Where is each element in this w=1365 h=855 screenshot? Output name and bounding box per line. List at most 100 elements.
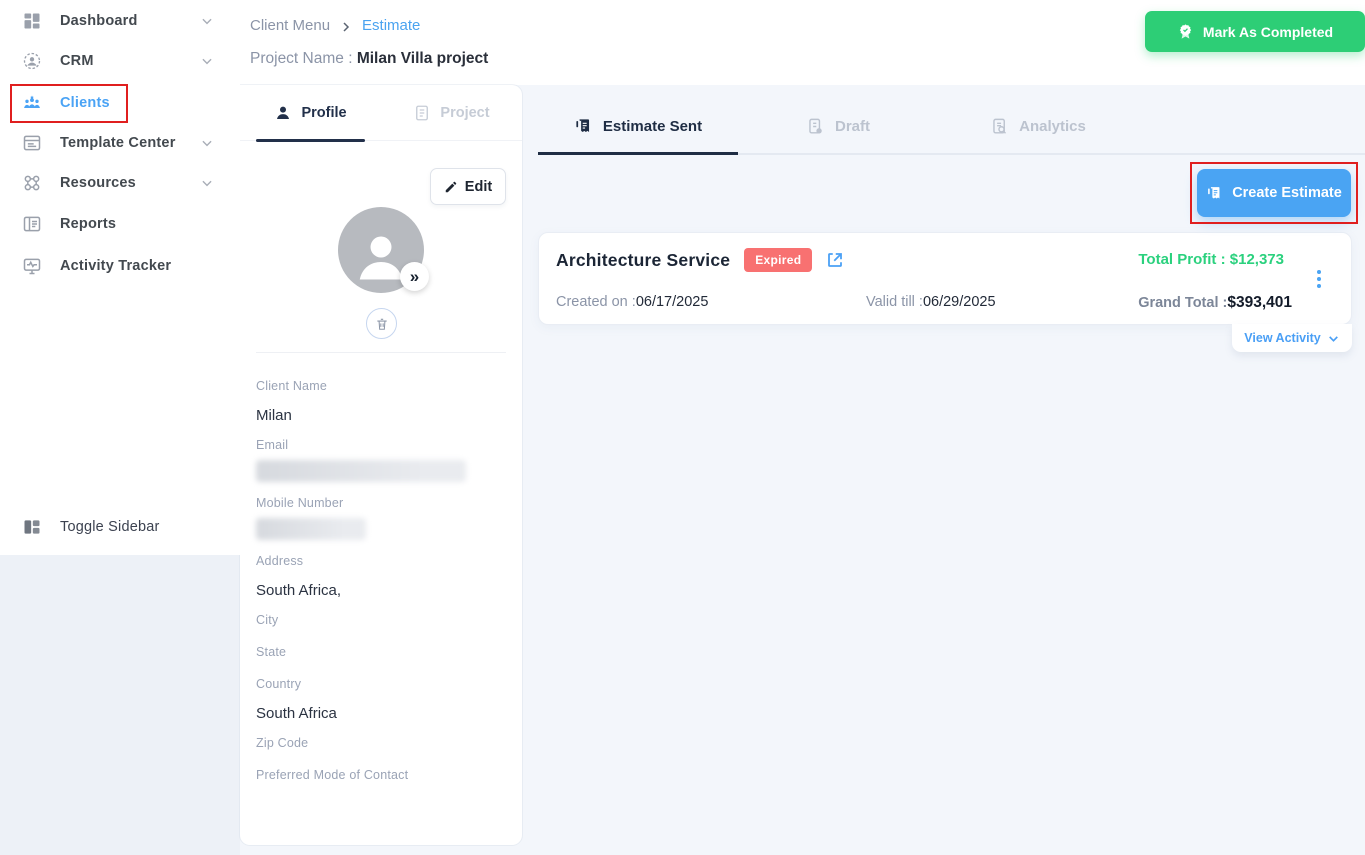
sidebar-item-reports[interactable]: Reports xyxy=(0,204,240,244)
client-profile-card: Profile Project Edit » Client Name Milan… xyxy=(240,85,522,845)
mobile-redacted-value xyxy=(256,518,366,540)
chevron-down-icon xyxy=(200,176,214,190)
address-label: Address xyxy=(256,554,304,568)
created-on: Created on :06/17/2025 xyxy=(556,294,708,310)
reports-icon xyxy=(22,214,42,234)
toggle-sidebar-button[interactable]: Toggle Sidebar xyxy=(0,507,240,547)
sidebar-item-label: Reports xyxy=(60,216,117,232)
estimate-sent-icon xyxy=(576,119,589,133)
total-profit-value: $12,373 xyxy=(1229,251,1284,268)
estimate-card-meta: Created on :06/17/2025 Valid till :06/29… xyxy=(556,294,1292,312)
seal-icon xyxy=(1177,23,1194,40)
sidebar-item-label: CRM xyxy=(60,53,94,69)
external-link-icon[interactable] xyxy=(826,251,844,269)
sidebar-item-activity-tracker[interactable]: Activity Tracker xyxy=(0,246,240,286)
estimate-icon xyxy=(1208,186,1220,198)
created-on-label: Created on : xyxy=(556,294,636,310)
tab-analytics-label: Analytics xyxy=(1019,118,1086,135)
email-label: Email xyxy=(256,438,289,452)
tab-draft-label: Draft xyxy=(834,118,870,135)
analytics-icon xyxy=(993,118,1007,134)
edit-button[interactable]: Edit xyxy=(430,168,506,205)
template-center-icon xyxy=(22,133,42,153)
client-fields: Client Name Milan Email Mobile Number Ad… xyxy=(256,379,506,800)
valid-till: Valid till :06/29/2025 xyxy=(866,294,996,310)
sidebar: Dashboard CRM Clients Template Center Re… xyxy=(0,0,240,555)
tab-profile-label: Profile xyxy=(301,104,347,121)
view-activity-label: View Activity xyxy=(1244,331,1321,345)
estimate-tabs: Estimate Sent Draft Analytics xyxy=(538,100,1365,155)
chevron-down-icon xyxy=(200,136,214,150)
status-badge: Expired xyxy=(744,248,813,272)
mobile-number-label: Mobile Number xyxy=(256,496,344,510)
expand-avatar-button[interactable]: » xyxy=(400,262,429,291)
tab-estimate-sent-label: Estimate Sent xyxy=(602,118,703,135)
create-estimate-label: Create Estimate xyxy=(1232,185,1342,201)
project-name-value: Milan Villa project xyxy=(356,50,489,67)
sidebar-item-template-center[interactable]: Template Center xyxy=(0,123,240,163)
draft-icon xyxy=(809,118,822,134)
profile-card-tabs: Profile Project xyxy=(240,85,522,142)
divider xyxy=(256,352,506,353)
document-icon xyxy=(416,105,429,120)
mark-as-completed-button[interactable]: Mark As Completed xyxy=(1145,11,1365,52)
project-name-row: Project Name : Milan Villa project xyxy=(250,50,488,68)
email-redacted-value xyxy=(256,460,466,482)
activity-tracker-icon xyxy=(22,256,42,276)
breadcrumb-current[interactable]: Estimate xyxy=(362,17,420,34)
chevron-down-icon xyxy=(1328,335,1338,342)
sidebar-item-crm[interactable]: CRM xyxy=(0,41,240,81)
toggle-sidebar-icon xyxy=(22,517,42,537)
tab-project[interactable]: Project xyxy=(381,85,522,140)
project-name-label: Project Name : xyxy=(250,50,353,67)
total-profit: Total Profit : $12,373 xyxy=(1138,251,1284,268)
sidebar-item-clients[interactable]: Clients xyxy=(0,83,240,123)
valid-till-label: Valid till : xyxy=(866,294,923,310)
person-icon xyxy=(277,106,290,119)
avatar: » xyxy=(338,207,429,293)
client-name-value: Milan xyxy=(256,407,292,424)
breadcrumb-parent[interactable]: Client Menu xyxy=(250,17,330,34)
valid-till-value: 06/29/2025 xyxy=(922,294,996,310)
sidebar-item-dashboard[interactable]: Dashboard xyxy=(0,1,240,41)
estimate-card: Architecture Service Expired Total Profi… xyxy=(538,232,1352,325)
breadcrumb: Client Menu Estimate xyxy=(250,17,420,34)
trash-icon xyxy=(376,318,387,330)
sidebar-item-label: Resources xyxy=(60,175,136,191)
zip-code-label: Zip Code xyxy=(256,736,309,750)
tab-estimate-sent[interactable]: Estimate Sent xyxy=(538,100,738,155)
city-label: City xyxy=(256,613,279,627)
mark-as-completed-label: Mark As Completed xyxy=(1202,23,1334,40)
dashboard-icon xyxy=(22,11,42,31)
estimate-card-header: Architecture Service Expired xyxy=(556,248,844,272)
view-activity-button[interactable]: View Activity xyxy=(1232,324,1352,352)
created-on-value: 06/17/2025 xyxy=(635,294,709,310)
tab-draft[interactable]: Draft xyxy=(738,100,938,153)
state-label: State xyxy=(256,645,287,659)
grand-total-label: Grand Total : xyxy=(1138,295,1228,311)
delete-avatar-button[interactable] xyxy=(366,308,397,339)
estimate-title: Architecture Service xyxy=(556,249,731,270)
sidebar-item-resources[interactable]: Resources xyxy=(0,163,240,203)
crm-icon xyxy=(22,51,42,71)
clients-icon xyxy=(22,93,42,113)
chevron-right-icon xyxy=(340,20,352,32)
tab-profile[interactable]: Profile xyxy=(240,85,381,142)
client-name-label: Client Name xyxy=(256,379,327,393)
total-profit-label: Total Profit : xyxy=(1138,251,1230,268)
toggle-sidebar-label: Toggle Sidebar xyxy=(60,519,160,535)
edit-button-label: Edit xyxy=(464,178,493,195)
address-value: South Africa, xyxy=(256,582,342,599)
tab-project-label: Project xyxy=(440,104,490,121)
kebab-menu-icon[interactable] xyxy=(1317,270,1321,288)
sidebar-item-label: Activity Tracker xyxy=(60,258,172,274)
sidebar-item-label: Dashboard xyxy=(60,13,138,29)
tab-analytics[interactable]: Analytics xyxy=(938,100,1138,153)
create-estimate-button[interactable]: Create Estimate xyxy=(1197,169,1351,217)
grand-total: Grand Total :$393,401 xyxy=(1138,294,1292,312)
chevron-down-icon xyxy=(200,54,214,68)
pencil-icon xyxy=(445,181,457,192)
preferred-contact-label: Preferred Mode of Contact xyxy=(256,768,409,782)
sidebar-item-label: Template Center xyxy=(60,135,176,151)
grand-total-value: $393,401 xyxy=(1227,294,1292,311)
